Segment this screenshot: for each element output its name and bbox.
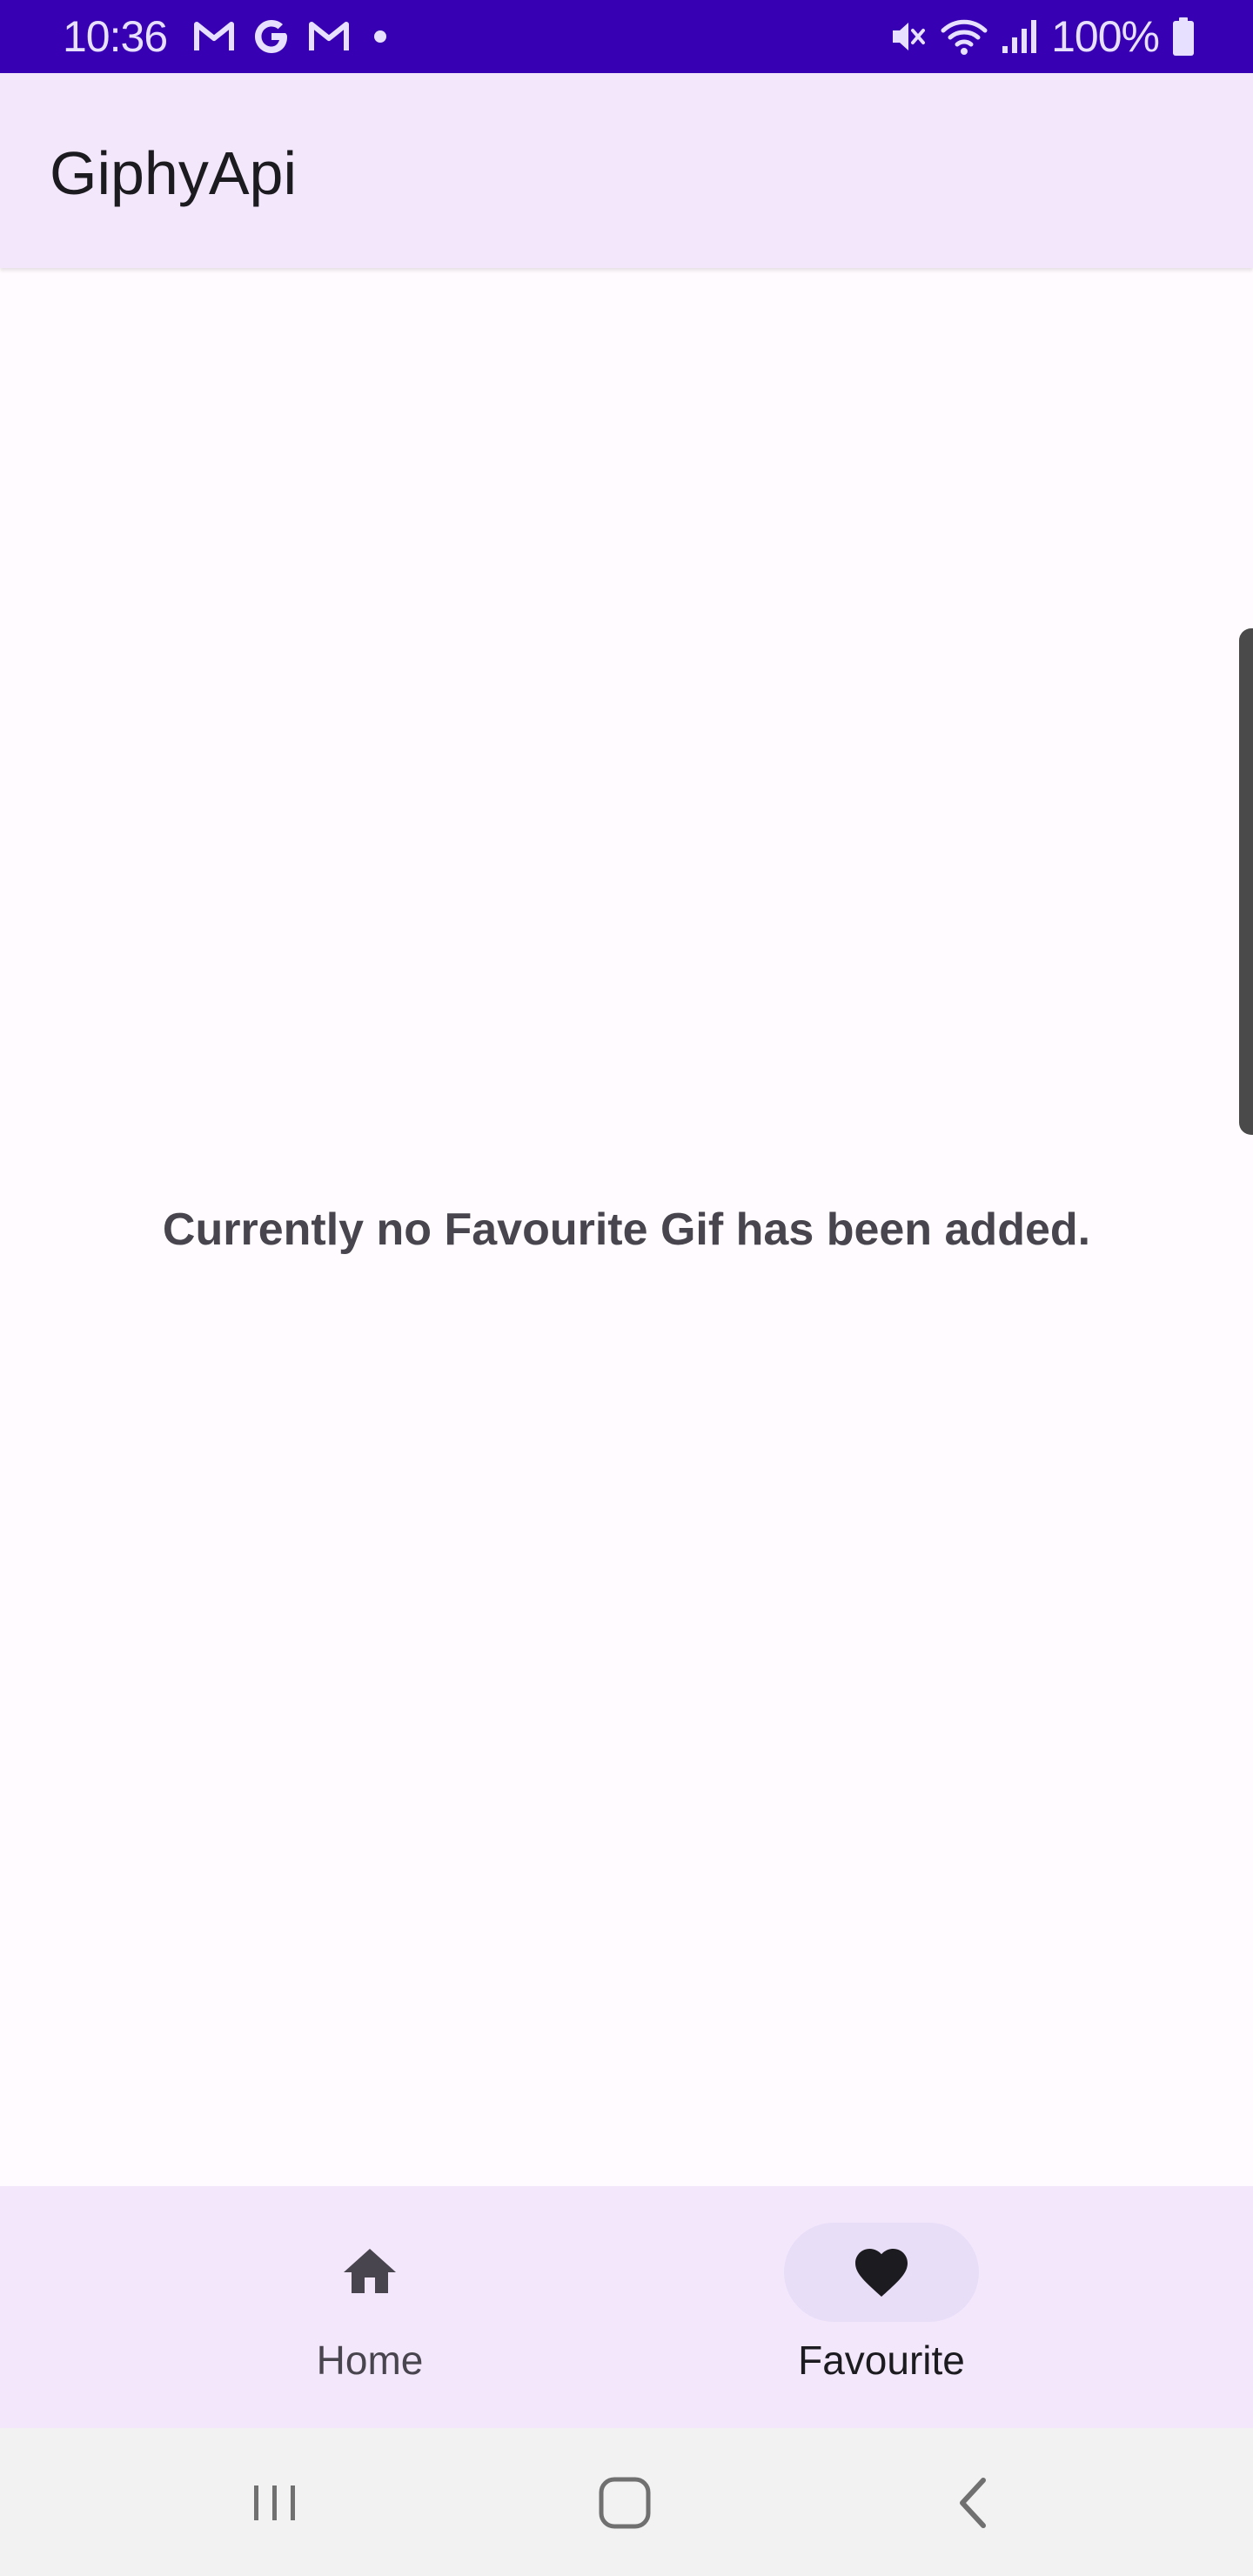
recents-icon[interactable] [233,2466,317,2539]
status-bar: 10:36 100% [0,0,1253,73]
battery-percentage: 100% [1051,12,1160,61]
system-navigation-bar [0,2428,1253,2576]
gmail-icon [194,22,234,50]
system-status-icons: 100% [888,9,1196,64]
notification-dot-icon [374,30,386,43]
status-time: 10:36 [63,12,168,61]
notification-icons [193,12,393,61]
mute-icon [893,23,926,50]
back-icon[interactable] [933,2466,1016,2539]
empty-state-message: Currently no Favourite Gif has been adde… [162,1204,1091,1255]
nav-label-home: Home [316,2338,424,2383]
nav-item-home[interactable]: Home [213,2186,526,2428]
battery-icon [1173,17,1194,56]
wifi-icon [941,19,988,55]
home-circle-icon[interactable] [583,2466,667,2539]
home-icon [344,2249,396,2293]
app-bar: GiphyApi [0,73,1253,268]
heart-icon [855,2249,908,2298]
nav-item-favourite[interactable]: Favourite [725,2186,1038,2428]
gmail-icon [309,22,349,50]
nav-label-favourite: Favourite [798,2338,965,2383]
app-title: GiphyApi [50,139,298,207]
bottom-navigation: Home Favourite [0,2186,1253,2428]
edge-panel-handle[interactable] [1239,628,1253,1135]
google-icon [255,20,287,53]
signal-icon [1002,20,1037,53]
